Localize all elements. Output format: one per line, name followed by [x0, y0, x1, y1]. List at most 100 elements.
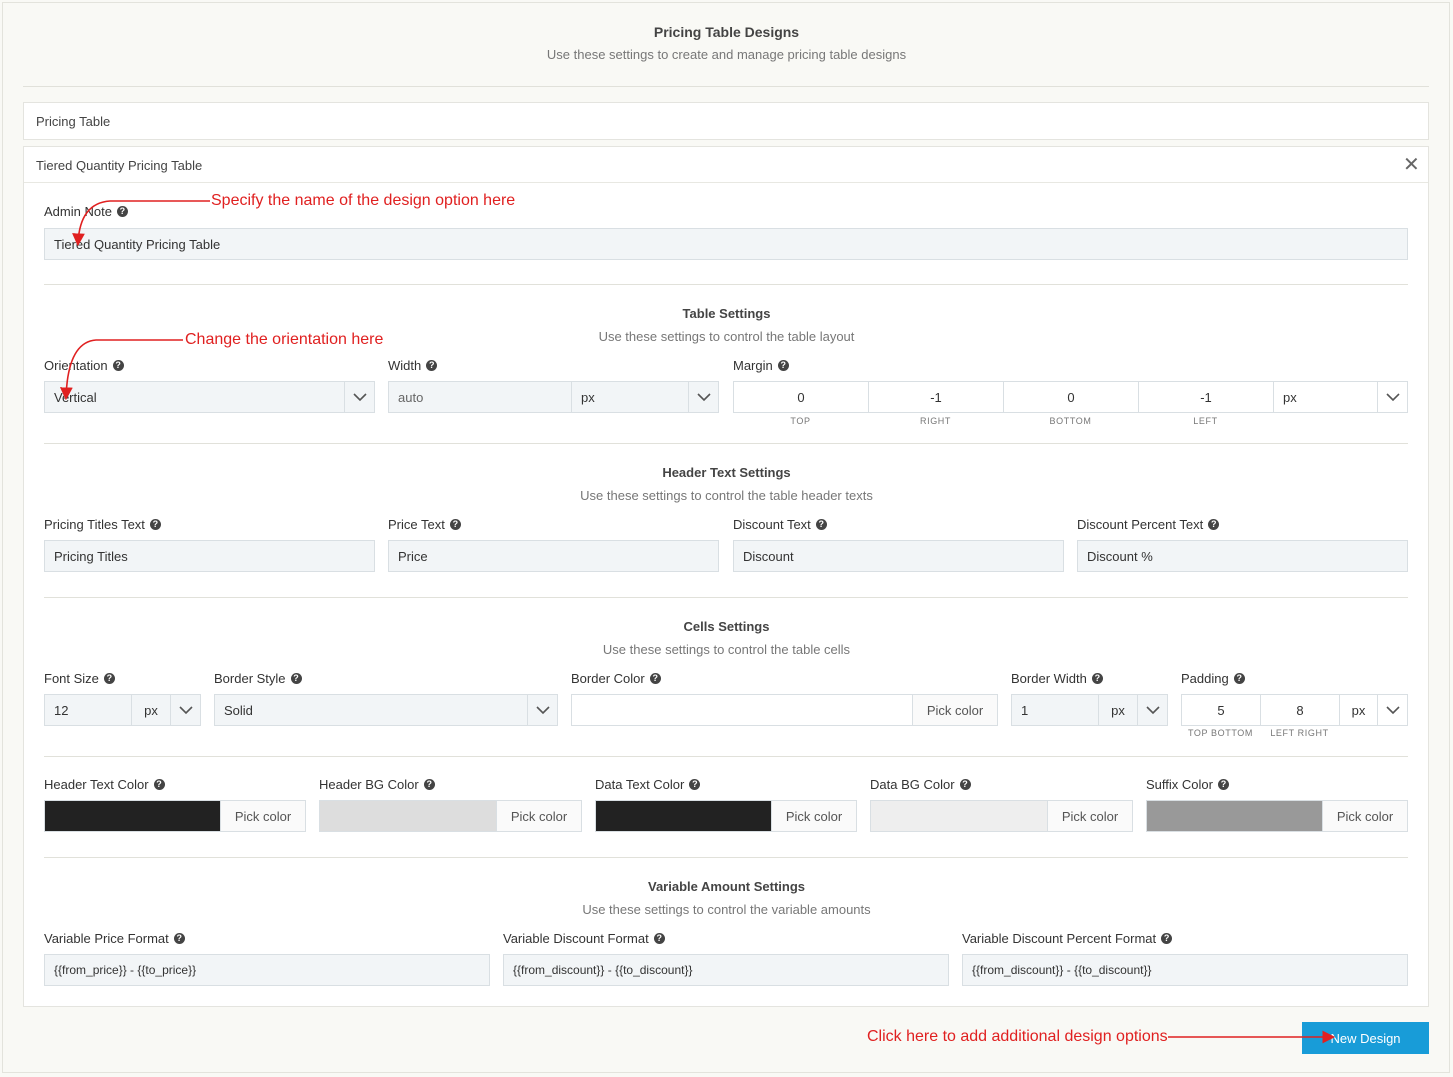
- variable-discount-format-label: Variable Discount Format?: [503, 931, 665, 946]
- help-icon[interactable]: ?: [103, 673, 115, 684]
- help-icon[interactable]: ?: [1161, 933, 1173, 944]
- variable-discount-percent-format-label: Variable Discount Percent Format?: [962, 931, 1173, 946]
- divider: [23, 86, 1429, 87]
- help-icon[interactable]: ?: [173, 933, 185, 944]
- margin-bottom-input[interactable]: 0: [1004, 382, 1139, 412]
- pick-color-button[interactable]: Pick color: [496, 801, 581, 831]
- font-size-unit-select[interactable]: px: [132, 695, 170, 725]
- help-icon[interactable]: ?: [149, 519, 161, 530]
- page-subtitle: Use these settings to create and manage …: [546, 47, 907, 62]
- help-icon[interactable]: ?: [815, 519, 827, 530]
- price-text-input[interactable]: Price: [388, 540, 719, 572]
- padding-field[interactable]: 5 8 px: [1181, 694, 1408, 726]
- chevron-down-icon[interactable]: [1137, 695, 1167, 725]
- data-text-color-label: Data Text Color?: [595, 777, 701, 792]
- border-style-select[interactable]: Solid: [214, 694, 558, 726]
- help-icon[interactable]: ?: [777, 360, 789, 371]
- help-icon[interactable]: ?: [689, 779, 701, 790]
- admin-note-value: Tiered Quantity Pricing Table: [54, 236, 221, 252]
- variable-discount-percent-format-input[interactable]: {{from_discount}} - {{to_discount}}: [962, 954, 1408, 986]
- margin-right-input[interactable]: -1: [869, 382, 1004, 412]
- orientation-label: Orientation?: [44, 358, 124, 373]
- orientation-select[interactable]: Vertical: [44, 381, 375, 413]
- chevron-down-icon[interactable]: [688, 382, 718, 412]
- annotation-name-note: Specify the name of the design option he…: [211, 192, 516, 209]
- cells-subtitle: Use these settings to control the table …: [602, 642, 851, 657]
- help-icon[interactable]: ?: [290, 673, 302, 684]
- header-bg-color-picker[interactable]: Pick color: [319, 800, 582, 832]
- panel-title: Pricing Table: [36, 114, 111, 129]
- variable-price-format-label: Variable Price Format?: [44, 931, 185, 946]
- orientation-value: Vertical: [54, 389, 97, 405]
- pick-color-button[interactable]: Pick color: [1047, 801, 1132, 831]
- padding-left-right-input[interactable]: 8: [1261, 695, 1340, 725]
- border-width-label: Border Width?: [1011, 671, 1103, 686]
- divider: [44, 857, 1408, 858]
- color-swatch[interactable]: [320, 801, 496, 831]
- discount-text-input[interactable]: Discount: [733, 540, 1064, 572]
- header-text-color-picker[interactable]: Pick color: [44, 800, 306, 832]
- font-size-input[interactable]: 12: [45, 695, 132, 725]
- data-bg-color-picker[interactable]: Pick color: [870, 800, 1133, 832]
- margin-unit-select[interactable]: px: [1274, 382, 1377, 412]
- width-unit-select[interactable]: px: [572, 382, 688, 412]
- border-color-picker[interactable]: Pick color: [571, 694, 998, 726]
- pick-color-button[interactable]: Pick color: [771, 801, 856, 831]
- data-bg-color-label: Data BG Color?: [870, 777, 971, 792]
- chevron-down-icon[interactable]: [170, 695, 200, 725]
- help-icon[interactable]: ?: [1233, 673, 1245, 684]
- help-icon[interactable]: ?: [112, 360, 124, 371]
- font-size-label: Font Size?: [44, 671, 115, 686]
- variable-price-format-value: {{from_price}} - {{to_price}}: [54, 963, 197, 977]
- border-color-swatch[interactable]: [572, 695, 912, 725]
- border-width-input[interactable]: 1: [1012, 695, 1099, 725]
- color-swatch[interactable]: [871, 801, 1047, 831]
- pick-color-button[interactable]: Pick color: [1322, 801, 1407, 831]
- padding-top-bottom-input[interactable]: 5: [1182, 695, 1261, 725]
- help-icon[interactable]: ?: [959, 779, 971, 790]
- cells-title: Cells Settings: [683, 619, 770, 634]
- help-icon[interactable]: ?: [426, 360, 438, 371]
- help-icon[interactable]: ?: [1091, 673, 1103, 684]
- margin-top-input[interactable]: 0: [734, 382, 869, 412]
- chevron-down-icon[interactable]: [1377, 382, 1407, 412]
- padding-unit-select[interactable]: px: [1340, 695, 1377, 725]
- panel-pricing-table[interactable]: Pricing Table: [23, 102, 1429, 140]
- help-icon[interactable]: ?: [1217, 779, 1229, 790]
- chevron-down-icon[interactable]: [344, 382, 374, 412]
- color-swatch[interactable]: [45, 801, 220, 831]
- help-icon[interactable]: ?: [449, 519, 461, 530]
- help-icon[interactable]: ?: [1208, 519, 1220, 530]
- pick-color-button[interactable]: Pick color: [220, 801, 305, 831]
- color-swatch[interactable]: [596, 801, 771, 831]
- header-bg-color-label: Header BG Color?: [319, 777, 435, 792]
- font-size-field[interactable]: 12 px: [44, 694, 201, 726]
- variable-subtitle: Use these settings to control the variab…: [582, 902, 871, 917]
- pick-color-button[interactable]: Pick color: [912, 695, 997, 725]
- help-icon[interactable]: ?: [116, 206, 128, 217]
- admin-note-input[interactable]: Tiered Quantity Pricing Table: [44, 228, 1408, 260]
- variable-price-format-input[interactable]: {{from_price}} - {{to_price}}: [44, 954, 490, 986]
- chevron-down-icon[interactable]: [527, 695, 557, 725]
- margin-field[interactable]: 0 -1 0 -1 px: [733, 381, 1408, 413]
- width-field[interactable]: auto px: [388, 381, 719, 413]
- chevron-down-icon[interactable]: [1377, 695, 1407, 725]
- close-icon[interactable]: ✕: [1403, 155, 1420, 175]
- help-icon[interactable]: ?: [649, 673, 661, 684]
- help-icon[interactable]: ?: [653, 933, 665, 944]
- width-input[interactable]: auto: [389, 382, 572, 412]
- discount-percent-input[interactable]: Discount %: [1077, 540, 1408, 572]
- new-design-button[interactable]: New Design: [1302, 1022, 1429, 1054]
- border-width-field[interactable]: 1 px: [1011, 694, 1168, 726]
- variable-discount-format-input[interactable]: {{from_discount}} - {{to_discount}}: [503, 954, 949, 986]
- margin-left-input[interactable]: -1: [1139, 382, 1274, 412]
- data-text-color-picker[interactable]: Pick color: [595, 800, 857, 832]
- help-icon[interactable]: ?: [153, 779, 165, 790]
- page-title: Pricing Table Designs: [653, 24, 800, 40]
- suffix-color-picker[interactable]: Pick color: [1146, 800, 1408, 832]
- help-icon[interactable]: ?: [423, 779, 435, 790]
- color-swatch[interactable]: [1147, 801, 1322, 831]
- border-width-unit-select[interactable]: px: [1099, 695, 1137, 725]
- pricing-titles-input[interactable]: Pricing Titles: [44, 540, 375, 572]
- discount-text-value: Discount: [743, 548, 794, 564]
